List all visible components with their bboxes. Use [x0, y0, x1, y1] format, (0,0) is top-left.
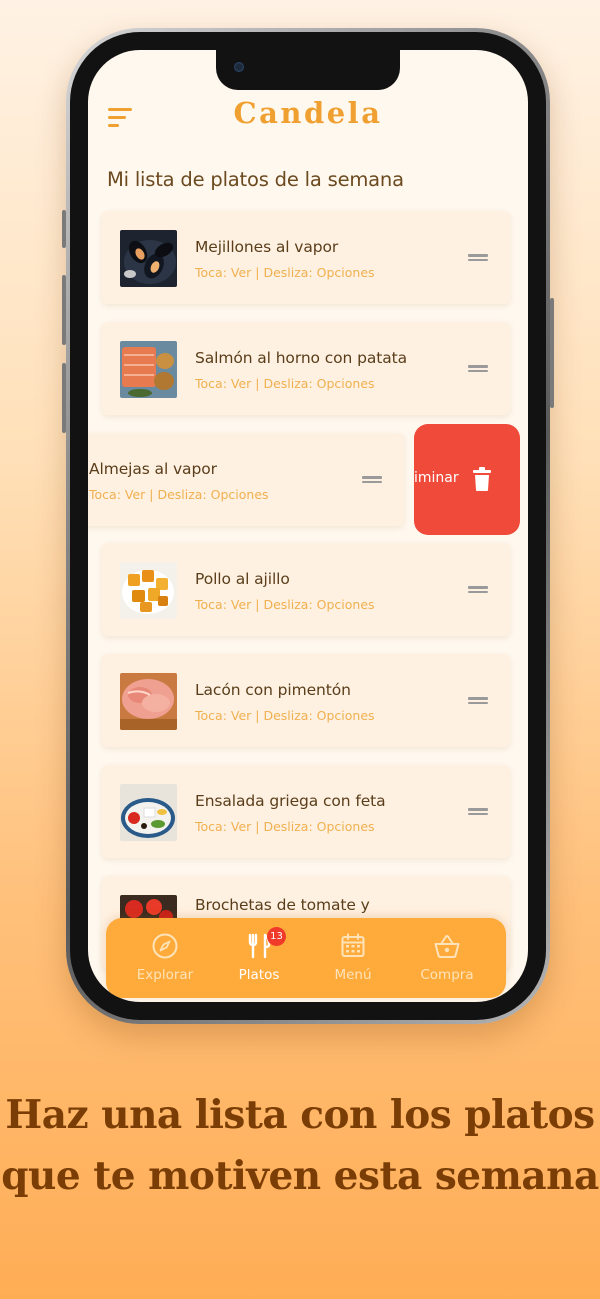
dish-count-badge: 13: [267, 927, 286, 946]
delete-swipe-button[interactable]: iminar: [414, 424, 520, 535]
dish-name: Mejillones al vapor: [195, 238, 339, 256]
list-item[interactable]: Lacón con pimentón Toca: Ver | Desliza: …: [102, 654, 510, 747]
dish-hint: Toca: Ver | Desliza: Opciones: [195, 265, 375, 280]
notch: [216, 50, 400, 90]
basket-icon: [434, 935, 460, 958]
delete-label: iminar: [414, 470, 459, 486]
trash-icon: [473, 467, 491, 491]
drag-handle-icon[interactable]: [362, 476, 382, 483]
dish-name: Salmón al horno con patata: [195, 349, 407, 367]
dish-name: Pollo al ajillo: [195, 570, 290, 588]
dish-hint: Toca: Ver | Desliza: Opciones: [89, 487, 269, 502]
dish-photo: [120, 230, 177, 287]
dish-photo: [120, 784, 177, 841]
tab-compra[interactable]: Compra: [400, 918, 494, 998]
dish-name: Almejas al vapor: [89, 460, 217, 478]
camera-icon: [234, 62, 244, 72]
dish-photo: [120, 673, 177, 730]
list-item[interactable]: Mejillones al vapor Toca: Ver | Desliza:…: [102, 211, 510, 304]
dish-photo: [120, 562, 177, 619]
dish-hint: Toca: Ver | Desliza: Opciones: [195, 597, 375, 612]
tagline: Haz una lista con los platos que te moti…: [0, 1085, 600, 1207]
section-title: Mi lista de platos de la semana: [107, 168, 404, 191]
dish-hint: Toca: Ver | Desliza: Opciones: [195, 376, 375, 391]
app-screen: Candela Mi lista de platos de la semana …: [88, 50, 528, 1002]
tab-label: Menú: [334, 967, 372, 983]
dish-name: Ensalada griega con feta: [195, 792, 386, 810]
tab-label: Compra: [420, 967, 474, 983]
tab-label: Explorar: [136, 967, 194, 983]
tagline-line-2: que te motiven esta semana: [1, 1153, 599, 1199]
dish-name: Brochetas de tomate y: [195, 896, 370, 914]
silent-switch: [62, 210, 66, 248]
drag-handle-icon[interactable]: [468, 808, 488, 815]
tab-explorar[interactable]: Explorar: [118, 918, 212, 998]
tab-label: Platos: [238, 967, 280, 983]
dish-photo: [120, 341, 177, 398]
drag-handle-icon[interactable]: [468, 365, 488, 372]
tagline-line-1: Haz una lista con los platos: [5, 1092, 595, 1138]
power-button: [550, 298, 554, 408]
drag-handle-icon[interactable]: [468, 586, 488, 593]
drag-handle-icon[interactable]: [468, 697, 488, 704]
list-item[interactable]: Salmón al horno con patata Toca: Ver | D…: [102, 322, 510, 415]
compass-icon: [152, 933, 178, 959]
calendar-icon: [341, 933, 365, 957]
drag-handle-icon[interactable]: [468, 254, 488, 261]
volume-up-button: [62, 275, 66, 345]
dish-name: Lacón con pimentón: [195, 681, 351, 699]
dish-hint: Toca: Ver | Desliza: Opciones: [195, 708, 375, 723]
volume-down-button: [62, 363, 66, 433]
list-item[interactable]: Ensalada griega con feta Toca: Ver | Des…: [102, 765, 510, 858]
app-title: Candela: [233, 96, 383, 130]
list-item-swiped[interactable]: Almejas al vapor Toca: Ver | Desliza: Op…: [88, 433, 404, 526]
dish-hint: Toca: Ver | Desliza: Opciones: [195, 819, 375, 834]
list-item[interactable]: Pollo al ajillo Toca: Ver | Desliza: Opc…: [102, 543, 510, 636]
